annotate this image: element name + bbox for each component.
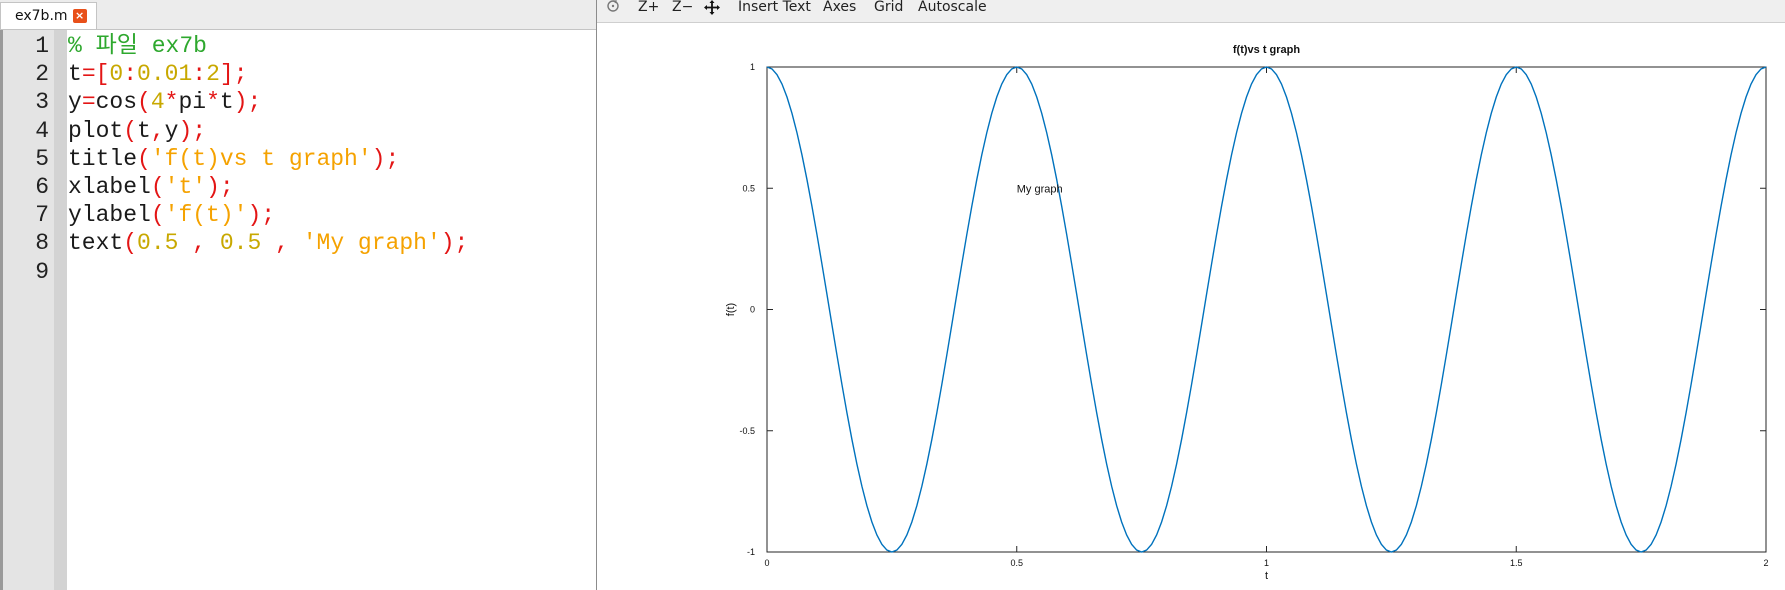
x-tick-label: 0.5 xyxy=(1010,558,1023,568)
code-token: xlabel xyxy=(68,174,151,200)
code-token: ( xyxy=(150,174,165,200)
code-token: title xyxy=(68,145,138,172)
code-token: 0.01 xyxy=(137,61,193,88)
code-token: t xyxy=(137,117,151,144)
editor-tab-label: ex7b.m xyxy=(15,8,68,24)
code-text: xlabel('t'); xyxy=(68,171,234,203)
code-token: pi xyxy=(178,89,207,116)
code-token: ); xyxy=(440,230,469,257)
code-token: cos xyxy=(95,89,138,116)
code-text: plot(t,y); xyxy=(68,115,206,147)
code-line[interactable]: 4 plot(t,y); xyxy=(0,115,596,147)
code-token: : xyxy=(123,61,138,88)
x-tick-label: 1.5 xyxy=(1510,558,1523,568)
code-token: 0 xyxy=(109,61,124,88)
line-number: 2 xyxy=(35,61,49,88)
text-annotation: My graph xyxy=(1017,183,1063,195)
code-line[interactable]: 5 title('f(t)vs t graph'); xyxy=(0,143,596,175)
line-number: 9 xyxy=(35,258,49,285)
code-token: * xyxy=(164,89,179,116)
code-token: 0.5 xyxy=(219,230,262,257)
code-line[interactable]: 7 ylabel('f(t)'); xyxy=(0,199,596,231)
figure-window: Z+ Z− Insert Text Axes Grid Autoscale 00… xyxy=(596,0,1785,590)
code-token: : xyxy=(192,61,207,88)
x-tick-label: 0 xyxy=(764,558,769,568)
code-token: ); xyxy=(233,89,262,116)
code-token: 4 xyxy=(150,89,165,116)
code-token: ( xyxy=(150,202,165,229)
code-token: t xyxy=(219,89,234,116)
code-token: 'f(t)vs t graph' xyxy=(150,145,372,172)
code-text: ylabel('f(t)'); xyxy=(68,199,275,231)
x-tick-label: 1 xyxy=(1264,558,1269,568)
line-number: 1 xyxy=(35,33,49,59)
line-number: 8 xyxy=(35,230,49,257)
code-line[interactable]: 2 t=[0:0.01:2]; xyxy=(0,58,596,90)
code-token: 2 xyxy=(206,61,220,88)
x-tick-label: 2 xyxy=(1763,558,1768,568)
code-token: ( xyxy=(123,117,138,144)
code-text: title('f(t)vs t graph'); xyxy=(68,143,399,175)
code-line[interactable]: 8 text(0.5 , 0.5 , 'My graph'); xyxy=(0,227,596,259)
line-number: 7 xyxy=(35,202,49,229)
code-text: y=cos(4*pi*t); xyxy=(68,86,261,118)
code-text: % 파일 ex7b xyxy=(68,30,207,62)
code-token: , xyxy=(261,230,303,257)
code-line[interactable]: 3 y=cos(4*pi*t); xyxy=(0,86,596,118)
y-tick-label: 1 xyxy=(750,62,755,72)
line-number: 6 xyxy=(35,174,49,200)
code-token: ( xyxy=(123,230,138,257)
axes-box xyxy=(766,66,1767,553)
code-token: = xyxy=(81,89,96,116)
code-token: t xyxy=(68,61,82,88)
code-token: % 파일 ex7b xyxy=(68,33,207,59)
code-token: 0.5 xyxy=(137,230,179,257)
code-token: ); xyxy=(206,174,234,200)
editor-tab[interactable]: ex7b.m × xyxy=(0,2,97,29)
code-line[interactable]: 6 xlabel('t'); xyxy=(0,171,596,203)
chart-title: f(t)vs t graph xyxy=(1233,44,1301,56)
series-line xyxy=(766,66,1767,553)
y-axis-label: f(t) xyxy=(725,303,737,316)
y-tick-label: 0.5 xyxy=(742,183,755,193)
close-icon[interactable]: × xyxy=(72,9,87,23)
y-tick-label: -0.5 xyxy=(739,426,755,436)
code-token: * xyxy=(206,89,220,116)
code-token: , xyxy=(150,117,165,144)
code-token: ( xyxy=(137,145,151,172)
code-editor-panel: ex7b.m × 1% 파일 ex7b 2 t=[0:0.01:2]; 3 y=cos(… xyxy=(0,0,596,590)
code-token: ); xyxy=(371,145,400,172)
code-line[interactable]: 9 xyxy=(0,256,596,288)
line-number: 5 xyxy=(35,145,49,172)
x-axis-label: t xyxy=(1265,570,1268,582)
code-token: plot xyxy=(68,117,124,144)
line-number: 3 xyxy=(35,89,49,116)
line-number: 4 xyxy=(35,117,49,144)
axis-ticks: 0 0.5 1 1.5 2 1 0.5 0 -0.5 -1 xyxy=(739,62,1768,568)
code-token: ); xyxy=(247,202,276,229)
code-text: t=[0:0.01:2]; xyxy=(68,58,248,90)
code-token: =[ xyxy=(81,61,110,88)
code-token: y xyxy=(164,117,179,144)
code-text: text(0.5 , 0.5 , 'My graph'); xyxy=(68,227,468,259)
code-token: ( xyxy=(137,89,151,116)
editor-tab-bar: ex7b.m × xyxy=(0,0,596,30)
code-token: 'My graph' xyxy=(302,230,441,257)
code-token: ylabel xyxy=(68,202,151,229)
plot-canvas[interactable]: 0 0.5 1 1.5 2 1 0.5 0 -0.5 -1 f(t)vs t graph t f(… xyxy=(597,0,1785,590)
code-token: , xyxy=(178,230,220,257)
code-token: y xyxy=(68,89,82,116)
y-tick-label: -1 xyxy=(747,547,755,557)
code-token: ]; xyxy=(219,61,248,88)
code-line[interactable]: 1 % 파일 ex7b xyxy=(0,30,596,62)
code-token: text xyxy=(68,230,124,257)
code-token: ); xyxy=(178,117,207,144)
y-tick-label: 0 xyxy=(750,305,755,315)
code-token: 'f(t)' xyxy=(164,202,248,229)
code-token: 't' xyxy=(164,174,207,200)
